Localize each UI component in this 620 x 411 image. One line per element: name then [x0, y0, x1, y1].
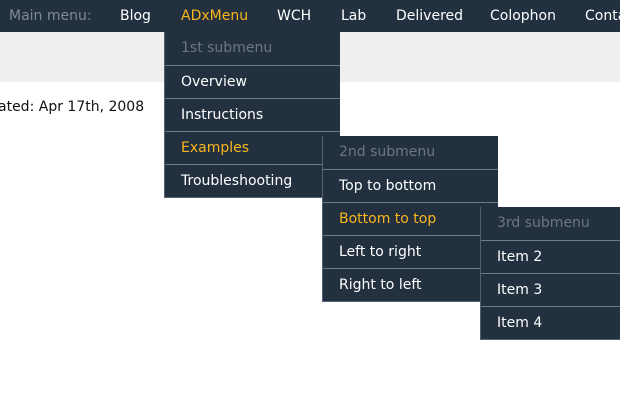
submenu-item-right-to-left[interactable]: Right to left: [323, 268, 498, 301]
submenu-item-overview[interactable]: Overview: [165, 65, 340, 98]
submenu-item-left-to-right[interactable]: Left to right: [323, 235, 498, 268]
submenu-item-troubleshooting[interactable]: Troubleshooting: [165, 164, 340, 197]
submenu-2-header: 2nd submenu: [339, 144, 436, 160]
submenu-1-header: 1st submenu: [181, 40, 273, 56]
main-menu-label: Main menu:: [9, 8, 92, 24]
submenu-item-top-to-bottom[interactable]: Top to bottom: [323, 169, 498, 202]
nav-item-lab[interactable]: Lab: [341, 0, 366, 32]
submenu-3-header: 3rd submenu: [497, 215, 590, 231]
submenu-item-item-3[interactable]: Item 3: [481, 273, 620, 306]
page: Main menu: Blog ADxMenu WCH Lab Delivere…: [0, 0, 620, 411]
submenu-level-1: 1st submenu Overview Instructions Exampl…: [164, 32, 340, 198]
last-updated-text: ated: Apr 17th, 2008: [0, 99, 145, 115]
main-navigation-bar: Main menu: Blog ADxMenu WCH Lab Delivere…: [0, 0, 620, 32]
submenu-level-3: 3rd submenu Item 2 Item 3 Item 4: [480, 207, 620, 340]
submenu-item-instructions[interactable]: Instructions: [165, 98, 340, 131]
nav-item-delivered[interactable]: Delivered: [396, 0, 463, 32]
submenu-item-examples[interactable]: Examples: [165, 131, 340, 164]
submenu-item-bottom-to-top[interactable]: Bottom to top: [323, 202, 498, 235]
submenu-level-2: 2nd submenu Top to bottom Bottom to top …: [322, 136, 498, 302]
nav-item-blog[interactable]: Blog: [120, 0, 151, 32]
submenu-item-item-2[interactable]: Item 2: [481, 240, 620, 273]
nav-item-colophon[interactable]: Colophon: [490, 0, 556, 32]
nav-item-contact[interactable]: Conta: [585, 0, 620, 32]
nav-item-wch[interactable]: WCH: [277, 0, 311, 32]
nav-item-adxmenu[interactable]: ADxMenu: [181, 0, 248, 32]
submenu-item-item-4[interactable]: Item 4: [481, 306, 620, 339]
